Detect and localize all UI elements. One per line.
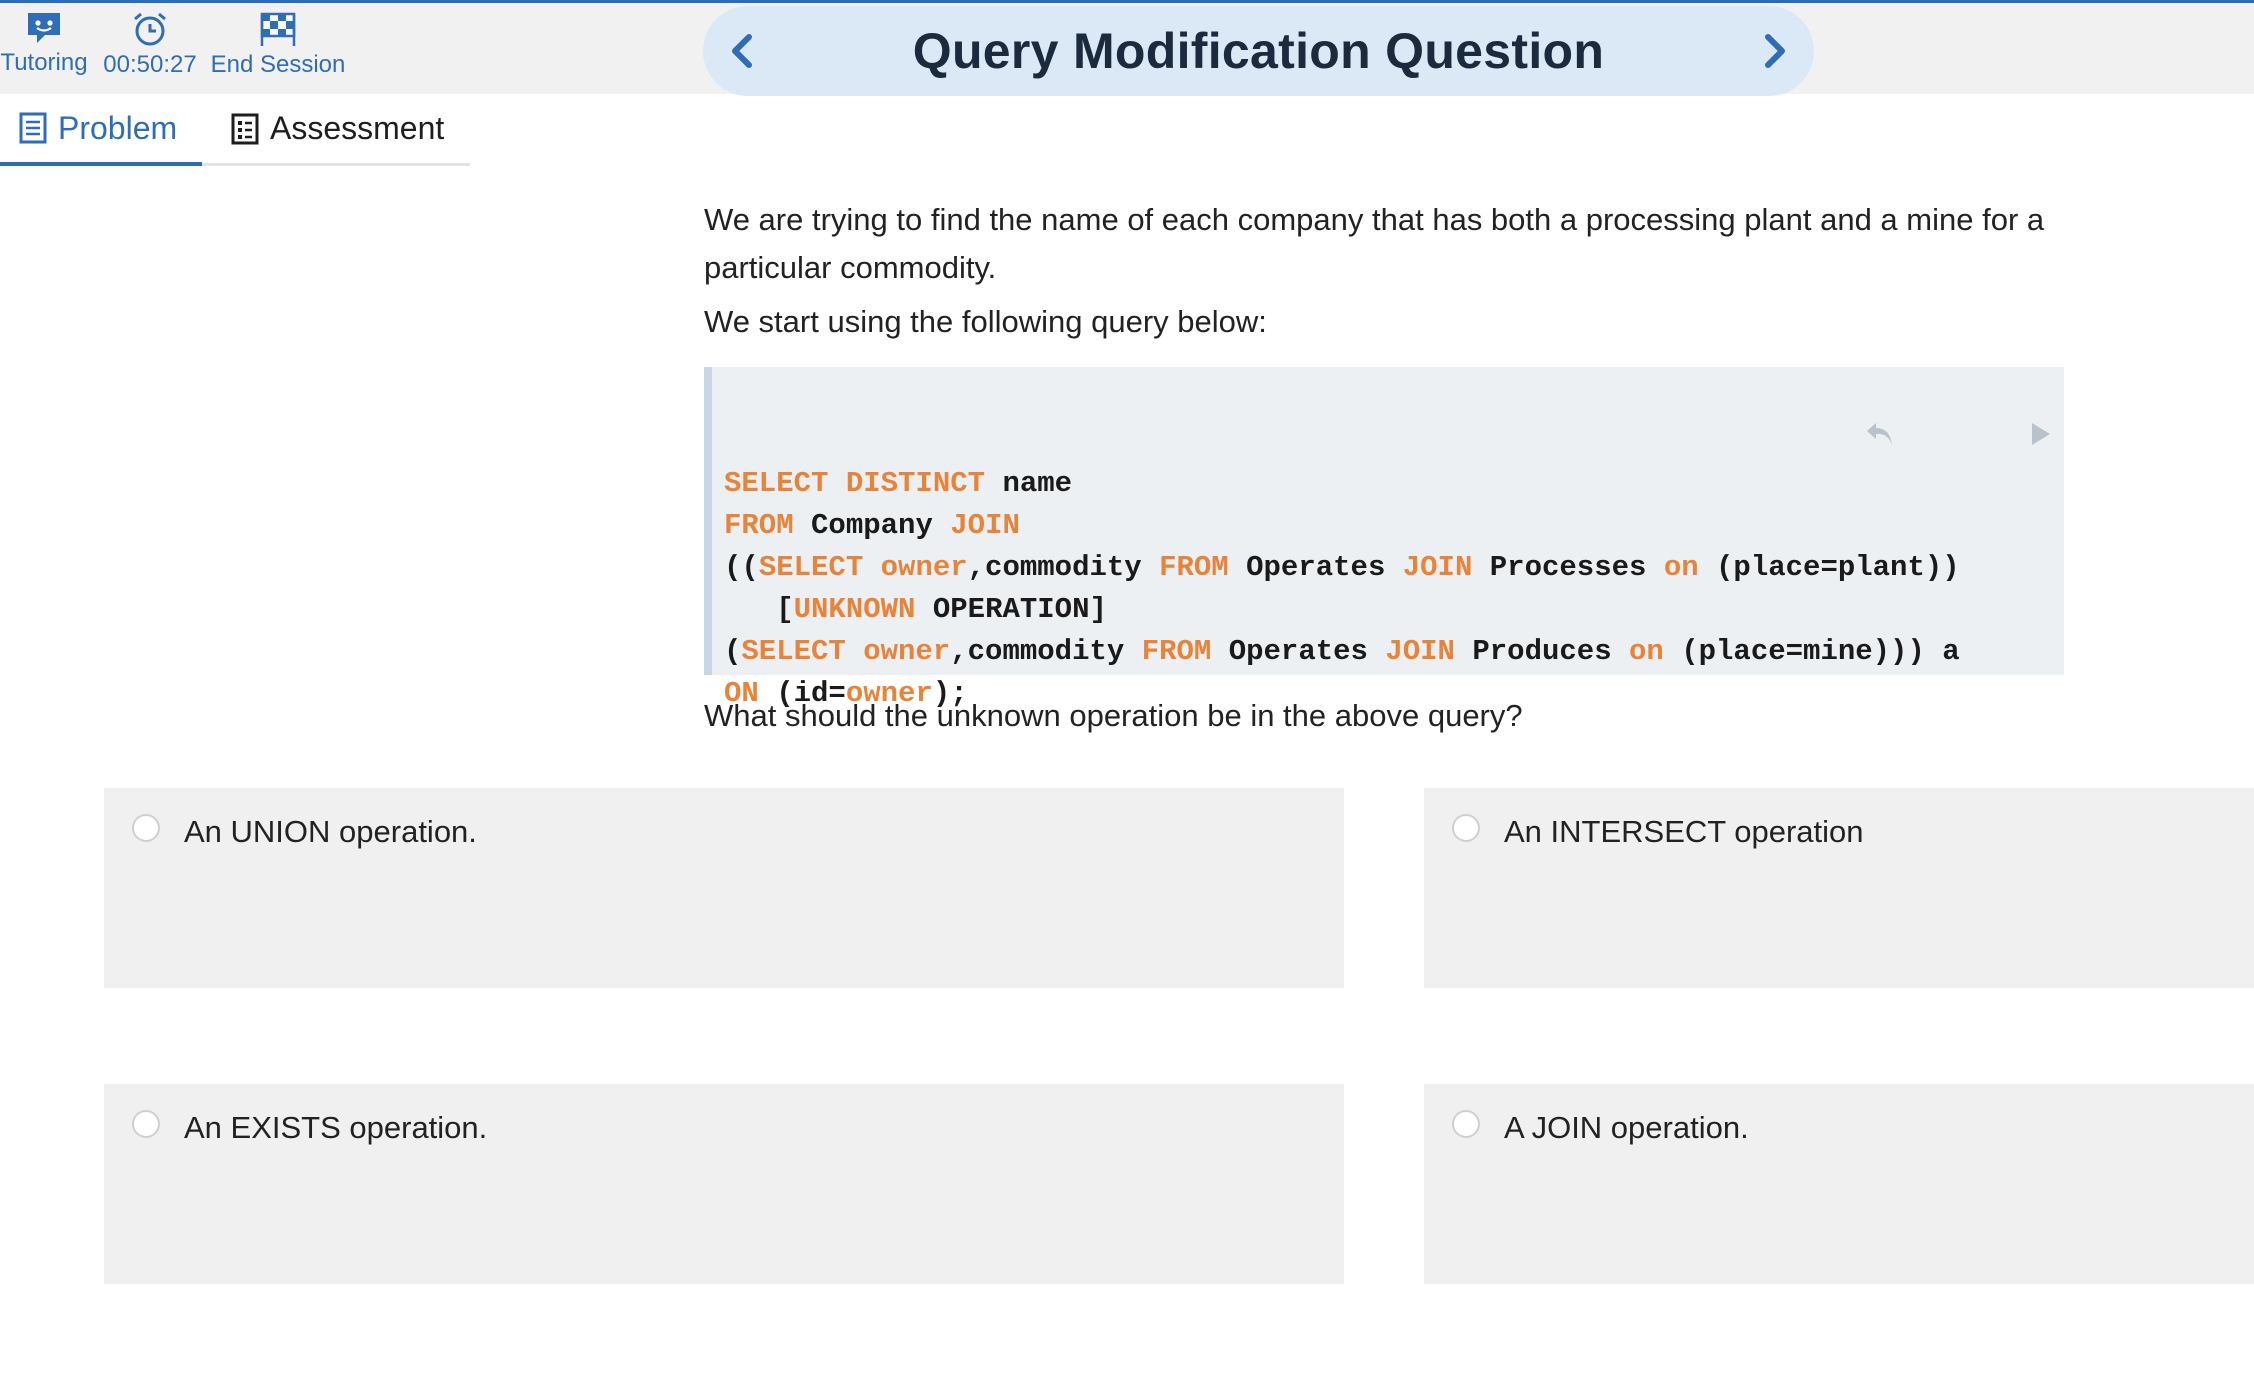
sql-text: OPERATION] — [915, 593, 1107, 626]
sql-code-block: SELECT DISTINCT name FROM Company JOIN ((S… — [704, 367, 2064, 710]
sql-text: Company — [793, 509, 951, 542]
sql-keyword: SELECT DISTINCT — [724, 467, 986, 500]
alarm-clock-icon — [134, 12, 166, 46]
answer-choice-label: An EXISTS operation. — [184, 1110, 488, 1145]
answer-choice-label: An UNION operation. — [184, 814, 477, 849]
answer-choice[interactable]: An UNION operation. — [104, 788, 1344, 988]
code-line: ((SELECT owner,commodity FROM Operates J… — [724, 547, 2064, 589]
sql-keyword: on — [1663, 551, 1699, 584]
radio-button[interactable] — [1452, 1110, 1480, 1138]
sql-text: ,commodity — [967, 551, 1160, 584]
sql-keyword: SELECT owner — [758, 551, 968, 584]
sql-text: (place=mine))) a — [1663, 635, 1960, 668]
code-toolbar — [1759, 377, 2054, 505]
chat-bubble-icon — [28, 13, 60, 43]
answer-choice[interactable]: A JOIN operation. — [1424, 1084, 2254, 1284]
answer-choice-label: An INTERSECT operation — [1504, 814, 1864, 849]
previous-question-button[interactable] — [719, 28, 765, 74]
tab-problem-label: Problem — [58, 109, 178, 146]
sql-keyword: JOIN — [950, 509, 1020, 542]
chevron-left-icon — [732, 34, 752, 68]
code-line: [UNKNOWN OPERATION] — [724, 589, 2064, 631]
sql-text: ,commodity — [950, 635, 1142, 668]
undo-icon — [1866, 423, 1892, 445]
answer-choice[interactable]: An INTERSECT operation — [1424, 788, 2254, 988]
radio-button[interactable] — [132, 1110, 160, 1138]
question-title-bar: Query Modification Question — [703, 6, 1814, 96]
play-icon — [2032, 423, 2050, 445]
sql-keyword: UNKNOWN — [793, 593, 916, 626]
checkered-flag-icon — [260, 12, 296, 46]
sql-text: ( — [724, 635, 742, 668]
sql-keyword: JOIN — [1402, 551, 1473, 584]
question-text: What should the unknown operation be in … — [704, 698, 1523, 733]
end-session-label: End Session — [210, 51, 346, 78]
list-icon — [231, 113, 259, 144]
run-button[interactable] — [1924, 377, 2054, 505]
timer-value: 00:50:27 — [103, 51, 197, 78]
tab-problem[interactable]: Problem — [0, 94, 202, 166]
session-timer: 00:50:27 — [100, 11, 200, 79]
end-session-button[interactable]: End Session — [210, 11, 346, 79]
top-toolbar: Tutoring 00:50:27 End Session Query Modi… — [0, 0, 2254, 96]
sql-text: Operates — [1211, 635, 1386, 668]
chevron-right-icon — [1765, 34, 1785, 68]
sql-keyword: FROM — [724, 509, 794, 542]
sql-text: Processes — [1472, 551, 1664, 584]
sql-text: [ — [724, 593, 794, 626]
sql-text: (place=plant)) — [1698, 551, 1960, 584]
tab-bar: Problem Assessment — [0, 94, 470, 166]
problem-description: We are trying to find the name of each c… — [704, 196, 2064, 346]
code-line: FROM Company JOIN — [724, 505, 2064, 547]
answer-choice-label: A JOIN operation. — [1504, 1110, 1749, 1145]
document-icon — [19, 112, 47, 144]
page-title: Query Modification Question — [912, 23, 1605, 79]
sql-keyword: JOIN — [1385, 635, 1455, 668]
sql-keyword: FROM — [1159, 551, 1229, 584]
undo-button[interactable] — [1759, 377, 1895, 505]
sql-text: name — [985, 467, 1073, 500]
code-line: (SELECT owner,commodity FROM Operates JO… — [724, 631, 2064, 673]
sql-text: Operates — [1228, 551, 1403, 584]
tutoring-button[interactable]: Tutoring — [0, 11, 88, 77]
radio-button[interactable] — [1452, 814, 1480, 842]
tab-assessment[interactable]: Assessment — [202, 94, 470, 166]
sql-text: (( — [724, 551, 759, 584]
radio-button[interactable] — [132, 814, 160, 842]
sql-keyword: FROM — [1141, 635, 1212, 668]
answer-choice[interactable]: An EXISTS operation. — [104, 1084, 1344, 1284]
sql-text: Produces — [1454, 635, 1629, 668]
sql-keyword: SELECT owner — [741, 635, 951, 668]
sql-keyword: on — [1629, 635, 1664, 668]
next-question-button[interactable] — [1752, 28, 1798, 74]
problem-intro: We are trying to find the name of each c… — [704, 202, 2045, 285]
problem-lead: We start using the following query below… — [704, 304, 1267, 339]
tutoring-label: Tutoring — [0, 49, 88, 76]
tab-assessment-label: Assessment — [270, 110, 445, 146]
